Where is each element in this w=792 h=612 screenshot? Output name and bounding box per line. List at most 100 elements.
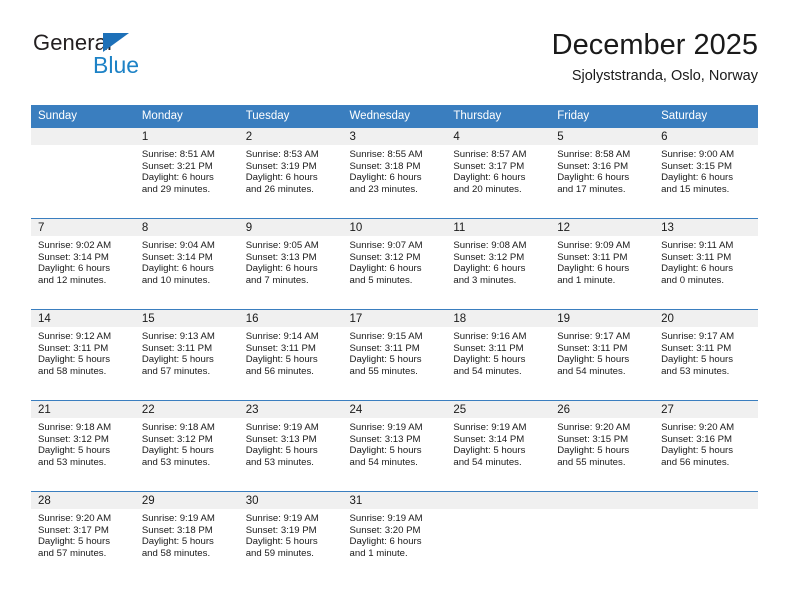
day-cell[interactable]: 4 Sunrise: 8:57 AM Sunset: 3:17 PM Daylight… [446, 128, 551, 217]
page-title: December 2025 [551, 29, 758, 61]
day-details [31, 145, 135, 149]
day-cell[interactable]: 13 Sunrise: 9:11 AM Sunset: 3:11 PM Dayligh… [654, 219, 758, 308]
daylight-text: Daylight: 6 hours [661, 263, 734, 275]
sunrise-text: Sunrise: 9:20 AM [661, 422, 735, 433]
day-cell[interactable]: 7 Sunrise: 9:02 AM Sunset: 3:14 PM Daylight… [31, 219, 135, 308]
daylight-text: Daylight: 5 hours [557, 445, 630, 457]
sunset-text: Sunset: 3:15 PM [557, 433, 629, 445]
day-cell[interactable]: 31 Sunrise: 9:19 AM Sunset: 3:20 PM Dayligh… [342, 492, 447, 581]
daylight-text: Daylight: 5 hours [38, 354, 110, 366]
day-cell[interactable]: 28 Sunrise: 9:20 AM Sunset: 3:17 PM Dayligh… [31, 492, 135, 581]
sunrise-text: Sunrise: 9:14 AM [245, 331, 319, 342]
day-cell[interactable]: 19 Sunrise: 9:17 AM Sunset: 3:11 PM Dayligh… [550, 310, 655, 399]
sunset-text: Sunset: 3:12 PM [38, 433, 109, 445]
day-cell[interactable]: 9 Sunrise: 9:05 AM Sunset: 3:13 PM Daylight… [238, 219, 343, 308]
day-cell[interactable]: 12 Sunrise: 9:09 AM Sunset: 3:11 PM Dayligh… [550, 219, 655, 308]
day-details: Sunrise: 9:19 AM Sunset: 3:14 PM Daylight:… [446, 418, 550, 468]
sunset-text: Sunset: 3:17 PM [453, 160, 525, 172]
sunrise-text: Sunrise: 9:09 AM [557, 240, 631, 251]
day-number [31, 128, 135, 145]
daylight-text-cont: and 54 minutes. [557, 365, 626, 377]
daylight-text: Daylight: 5 hours [245, 536, 318, 548]
sunset-text: Sunset: 3:13 PM [245, 433, 317, 445]
sunrise-text: Sunrise: 9:12 AM [38, 331, 112, 342]
weekday-header-friday: Friday [550, 105, 655, 128]
sunrise-text: Sunrise: 9:05 AM [245, 240, 319, 251]
day-cell[interactable]: 25 Sunrise: 9:19 AM Sunset: 3:14 PM Dayligh… [446, 401, 551, 490]
daylight-text-cont: and 55 minutes. [349, 365, 418, 377]
day-cell[interactable]: 10 Sunrise: 9:07 AM Sunset: 3:12 PM Dayligh… [342, 219, 447, 308]
day-cell[interactable]: 6 Sunrise: 9:00 AM Sunset: 3:15 PM Daylight… [654, 128, 758, 217]
calendar-cell: 26 Sunrise: 9:20 AM Sunset: 3:15 PM Dayligh… [550, 400, 655, 492]
day-cell[interactable]: 29 Sunrise: 9:19 AM Sunset: 3:18 PM Dayligh… [134, 492, 239, 581]
daylight-text: Daylight: 6 hours [245, 263, 318, 275]
day-details: Sunrise: 9:19 AM Sunset: 3:20 PM Daylight:… [343, 509, 447, 559]
day-details: Sunrise: 9:16 AM Sunset: 3:11 PM Daylight:… [446, 327, 550, 377]
day-cell[interactable]: 1 Sunrise: 8:51 AM Sunset: 3:21 PM Daylight… [134, 128, 239, 217]
daylight-text-cont: and 1 minute. [349, 547, 408, 559]
weekday-header-sunday: Sunday [31, 105, 135, 128]
calendar-cell: 22 Sunrise: 9:18 AM Sunset: 3:12 PM Dayligh… [134, 400, 239, 492]
calendar-cell: 4 Sunrise: 8:57 AM Sunset: 3:17 PM Daylight… [446, 127, 551, 219]
day-details: Sunrise: 8:51 AM Sunset: 3:21 PM Daylight:… [135, 145, 239, 195]
calendar-cell: 5 Sunrise: 8:58 AM Sunset: 3:16 PM Daylight… [550, 127, 655, 219]
daylight-text: Daylight: 5 hours [141, 536, 214, 548]
day-cell[interactable]: 2 Sunrise: 8:53 AM Sunset: 3:19 PM Daylight… [238, 128, 343, 217]
daylight-text: Daylight: 6 hours [557, 172, 630, 184]
sunrise-text: Sunrise: 9:17 AM [661, 331, 735, 342]
sunset-text: Sunset: 3:11 PM [453, 342, 524, 354]
weekday-header-saturday: Saturday [654, 105, 758, 128]
daylight-text: Daylight: 5 hours [141, 445, 214, 457]
day-details: Sunrise: 9:19 AM Sunset: 3:18 PM Daylight:… [135, 509, 239, 559]
day-cell[interactable]: 16 Sunrise: 9:14 AM Sunset: 3:11 PM Dayligh… [238, 310, 343, 399]
sunset-text: Sunset: 3:16 PM [661, 433, 732, 445]
day-cell[interactable]: 14 Sunrise: 9:12 AM Sunset: 3:11 PM Dayligh… [31, 310, 135, 399]
sunrise-text: Sunrise: 9:17 AM [557, 331, 631, 342]
day-cell[interactable]: 5 Sunrise: 8:58 AM Sunset: 3:16 PM Daylight… [550, 128, 655, 217]
day-number: 21 [31, 401, 135, 418]
day-cell[interactable]: 21 Sunrise: 9:18 AM Sunset: 3:12 PM Dayligh… [31, 401, 135, 490]
calendar-cell: 19 Sunrise: 9:17 AM Sunset: 3:11 PM Dayligh… [550, 309, 655, 401]
day-cell[interactable]: 26 Sunrise: 9:20 AM Sunset: 3:15 PM Dayligh… [550, 401, 655, 490]
day-cell[interactable]: 11 Sunrise: 9:08 AM Sunset: 3:12 PM Dayligh… [446, 219, 551, 308]
sunset-text: Sunset: 3:11 PM [557, 251, 628, 263]
day-cell[interactable]: 15 Sunrise: 9:13 AM Sunset: 3:11 PM Dayligh… [134, 310, 239, 399]
day-cell[interactable]: 17 Sunrise: 9:15 AM Sunset: 3:11 PM Dayligh… [342, 310, 447, 399]
day-number: 27 [654, 401, 758, 418]
day-number [550, 492, 655, 509]
daylight-text-cont: and 57 minutes. [141, 365, 211, 377]
calendar-cell: 23 Sunrise: 9:19 AM Sunset: 3:13 PM Dayligh… [238, 400, 343, 492]
day-number: 18 [446, 310, 551, 327]
calendar-cell: 7 Sunrise: 9:02 AM Sunset: 3:14 PM Daylight… [31, 218, 135, 310]
day-details: Sunrise: 9:12 AM Sunset: 3:11 PM Daylight:… [31, 327, 135, 377]
calendar-cell [550, 491, 655, 582]
sunrise-text: Sunrise: 9:19 AM [349, 422, 423, 433]
day-cell[interactable]: 18 Sunrise: 9:16 AM Sunset: 3:11 PM Dayligh… [446, 310, 551, 399]
sunset-text: Sunset: 3:19 PM [245, 160, 317, 172]
sunset-text: Sunset: 3:14 PM [141, 251, 213, 263]
day-number: 23 [238, 401, 343, 418]
sunset-text: Sunset: 3:17 PM [38, 524, 109, 536]
day-cell-empty [446, 492, 551, 581]
day-cell[interactable]: 27 Sunrise: 9:20 AM Sunset: 3:16 PM Dayligh… [654, 401, 758, 490]
day-cell[interactable]: 24 Sunrise: 9:19 AM Sunset: 3:13 PM Dayligh… [342, 401, 447, 490]
sunrise-text: Sunrise: 9:04 AM [141, 240, 215, 251]
sunrise-text: Sunrise: 9:19 AM [245, 513, 319, 524]
day-cell[interactable]: 8 Sunrise: 9:04 AM Sunset: 3:14 PM Daylight… [134, 219, 239, 308]
day-details: Sunrise: 8:53 AM Sunset: 3:19 PM Daylight:… [239, 145, 343, 195]
day-cell[interactable]: 30 Sunrise: 9:19 AM Sunset: 3:19 PM Dayligh… [238, 492, 343, 581]
sunrise-text: Sunrise: 9:19 AM [349, 513, 423, 524]
calendar-cell: 25 Sunrise: 9:19 AM Sunset: 3:14 PM Dayligh… [446, 400, 551, 492]
calendar-cell: 20 Sunrise: 9:17 AM Sunset: 3:11 PM Dayligh… [654, 309, 758, 401]
day-details: Sunrise: 9:19 AM Sunset: 3:13 PM Daylight:… [239, 418, 343, 468]
day-cell[interactable]: 20 Sunrise: 9:17 AM Sunset: 3:11 PM Dayligh… [654, 310, 758, 399]
day-details: Sunrise: 9:20 AM Sunset: 3:16 PM Daylight:… [654, 418, 758, 468]
sunrise-text: Sunrise: 8:58 AM [557, 149, 631, 160]
day-cell[interactable]: 23 Sunrise: 9:19 AM Sunset: 3:13 PM Dayligh… [238, 401, 343, 490]
sunset-text: Sunset: 3:18 PM [349, 160, 421, 172]
daylight-text-cont: and 58 minutes. [141, 547, 211, 559]
logo-text-blue: Blue [93, 52, 140, 78]
day-cell[interactable]: 22 Sunrise: 9:18 AM Sunset: 3:12 PM Dayligh… [134, 401, 239, 490]
day-cell[interactable]: 3 Sunrise: 8:55 AM Sunset: 3:18 PM Daylight… [342, 128, 447, 217]
weekday-header-tuesday: Tuesday [238, 105, 343, 128]
